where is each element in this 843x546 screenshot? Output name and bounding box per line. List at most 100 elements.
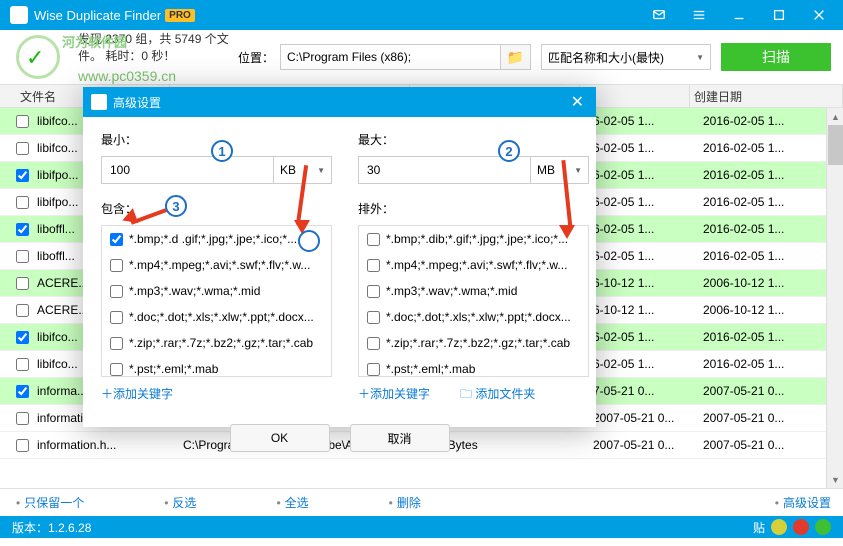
scroll-down-icon[interactable]: ▼: [827, 471, 843, 488]
maximize-icon[interactable]: [759, 0, 799, 30]
scroll-thumb[interactable]: [828, 125, 843, 165]
social-icon-2[interactable]: [793, 519, 809, 535]
filter-checkbox[interactable]: [110, 337, 123, 350]
row-checkbox[interactable]: [16, 223, 29, 236]
filter-checkbox[interactable]: [110, 259, 123, 272]
annotation-callout-3: 3: [165, 195, 187, 217]
row-checkbox[interactable]: [16, 358, 29, 371]
add-keyword-link[interactable]: ＋添加关键字: [101, 385, 173, 402]
filter-checkbox[interactable]: [110, 285, 123, 298]
add-folder-link[interactable]: 🗀 添加文件夹: [460, 385, 535, 406]
row-created: 2016-02-05 1...: [703, 168, 843, 182]
row-checkbox[interactable]: [16, 142, 29, 155]
match-mode-value: 匹配名称和大小(最快): [548, 49, 664, 66]
max-unit-select[interactable]: MB ▼: [531, 156, 589, 184]
filter-text: *.zip;*.rar;*.7z;*.bz2;*.gz;*.tar;*.cab: [386, 336, 570, 350]
filter-checkbox[interactable]: [367, 259, 380, 272]
row-created: 2016-02-05 1...: [703, 114, 843, 128]
filter-text: *.mp3;*.wav;*.wma;*.mid: [386, 284, 517, 298]
ok-button[interactable]: OK: [230, 424, 330, 452]
filter-checkbox[interactable]: [110, 363, 123, 376]
filter-item[interactable]: *.zip;*.rar;*.7z;*.bz2;*.gz;*.tar;*.cab: [102, 330, 331, 356]
filter-item[interactable]: *.pst;*.eml;*.mab: [359, 356, 588, 377]
filter-checkbox[interactable]: [110, 311, 123, 324]
row-checkbox[interactable]: [16, 196, 29, 209]
filter-checkbox[interactable]: [367, 285, 380, 298]
row-checkbox[interactable]: [16, 304, 29, 317]
menu-icon[interactable]: [679, 0, 719, 30]
row-modified: 6-02-05 1...: [593, 168, 703, 182]
row-checkbox[interactable]: [16, 277, 29, 290]
row-modified: 2007-05-21 0...: [593, 411, 703, 425]
app-title: Wise Duplicate Finder: [34, 8, 161, 23]
row-created: 2016-02-05 1...: [703, 195, 843, 209]
filter-item[interactable]: *.doc;*.dot;*.xls;*.xlw;*.ppt;*.docx...: [102, 304, 331, 330]
filter-item[interactable]: *.mp4;*.mpeg;*.avi;*.swf;*.flv;*.w...: [359, 252, 588, 278]
row-modified: 6-02-05 1...: [593, 141, 703, 155]
filter-item[interactable]: *.zip;*.rar;*.7z;*.bz2;*.gz;*.tar;*.cab: [359, 330, 588, 356]
feedback-icon[interactable]: [639, 0, 679, 30]
row-checkbox[interactable]: [16, 169, 29, 182]
row-created: 2007-05-21 0...: [703, 384, 843, 398]
row-created: 2006-10-12 1...: [703, 303, 843, 317]
row-modified: 2007-05-21 0...: [593, 438, 703, 452]
keep-one-link[interactable]: 只保留一个: [24, 494, 84, 511]
delete-link[interactable]: 删除: [397, 494, 421, 511]
app-logo-icon: [10, 6, 28, 24]
filter-checkbox[interactable]: [367, 233, 380, 246]
tie-label: 贴: [753, 519, 765, 536]
dialog-titlebar: 高级设置 ✕: [83, 87, 596, 117]
action-bar: •只保留一个 •反选 •全选 •删除 •高级设置: [0, 488, 843, 516]
scan-button[interactable]: 扫描: [721, 43, 831, 71]
row-modified: 6-02-05 1...: [593, 249, 703, 263]
select-all-link[interactable]: 全选: [285, 494, 309, 511]
advanced-link[interactable]: 高级设置: [783, 494, 831, 511]
filter-checkbox[interactable]: [367, 337, 380, 350]
filter-checkbox[interactable]: [367, 311, 380, 324]
filter-item[interactable]: *.doc;*.dot;*.xls;*.xlw;*.ppt;*.docx...: [359, 304, 588, 330]
cancel-button[interactable]: 取消: [350, 424, 450, 452]
filter-item[interactable]: *.mp3;*.wav;*.wma;*.mid: [359, 278, 588, 304]
row-modified: 6-02-05 1...: [593, 357, 703, 371]
match-mode-select[interactable]: 匹配名称和大小(最快) ▼: [541, 44, 711, 70]
dialog-close-icon[interactable]: ✕: [567, 92, 588, 112]
filter-text: *.bmp;*.dib;*.gif;*.jpg;*.jpe;*.ico;*...: [386, 232, 568, 246]
filter-checkbox[interactable]: [110, 233, 123, 246]
location-input[interactable]: [280, 44, 501, 70]
row-modified: 6-10-12 1...: [593, 303, 703, 317]
min-size-input[interactable]: [101, 156, 274, 184]
row-checkbox[interactable]: [16, 412, 29, 425]
row-modified: 6-10-12 1...: [593, 276, 703, 290]
row-created: 2016-02-05 1...: [703, 330, 843, 344]
scrollbar[interactable]: ▲ ▼: [826, 108, 843, 488]
row-checkbox[interactable]: [16, 331, 29, 344]
row-checkbox[interactable]: [16, 439, 29, 452]
max-size-label: 最大：: [358, 131, 589, 148]
col-created[interactable]: 创建日期: [690, 85, 843, 107]
row-checkbox[interactable]: [16, 250, 29, 263]
filter-checkbox[interactable]: [367, 363, 380, 376]
filter-item[interactable]: *.bmp;*.dib;*.gif;*.jpg;*.jpe;*.ico;*...: [359, 226, 588, 252]
filter-item[interactable]: *.pst;*.eml;*.mab: [102, 356, 331, 377]
col-modified[interactable]: 期: [580, 85, 690, 107]
annotation-arrow-1-head: [298, 230, 320, 252]
row-checkbox[interactable]: [16, 115, 29, 128]
social-icon-1[interactable]: [771, 519, 787, 535]
filter-item[interactable]: *.mp3;*.wav;*.wma;*.mid: [102, 278, 331, 304]
annotation-callout-2: 2: [498, 140, 520, 162]
close-icon[interactable]: [799, 0, 839, 30]
row-checkbox[interactable]: [16, 385, 29, 398]
row-created: 2016-02-05 1...: [703, 141, 843, 155]
exclude-list: *.bmp;*.dib;*.gif;*.jpg;*.jpe;*.ico;*...…: [358, 225, 589, 377]
row-created: 2016-02-05 1...: [703, 222, 843, 236]
minimize-icon[interactable]: [719, 0, 759, 30]
browse-folder-button[interactable]: 📁: [501, 44, 531, 70]
watermark-logo-icon: ✓: [12, 33, 68, 81]
filter-text: *.zip;*.rar;*.7z;*.bz2;*.gz;*.tar;*.cab: [129, 336, 313, 350]
max-unit-value: MB: [537, 163, 555, 177]
invert-link[interactable]: 反选: [172, 494, 196, 511]
scroll-up-icon[interactable]: ▲: [827, 108, 843, 125]
filter-item[interactable]: *.mp4;*.mpeg;*.avi;*.swf;*.flv;*.w...: [102, 252, 331, 278]
add-keyword-link[interactable]: ＋添加关键字: [358, 385, 430, 406]
social-icon-3[interactable]: [815, 519, 831, 535]
